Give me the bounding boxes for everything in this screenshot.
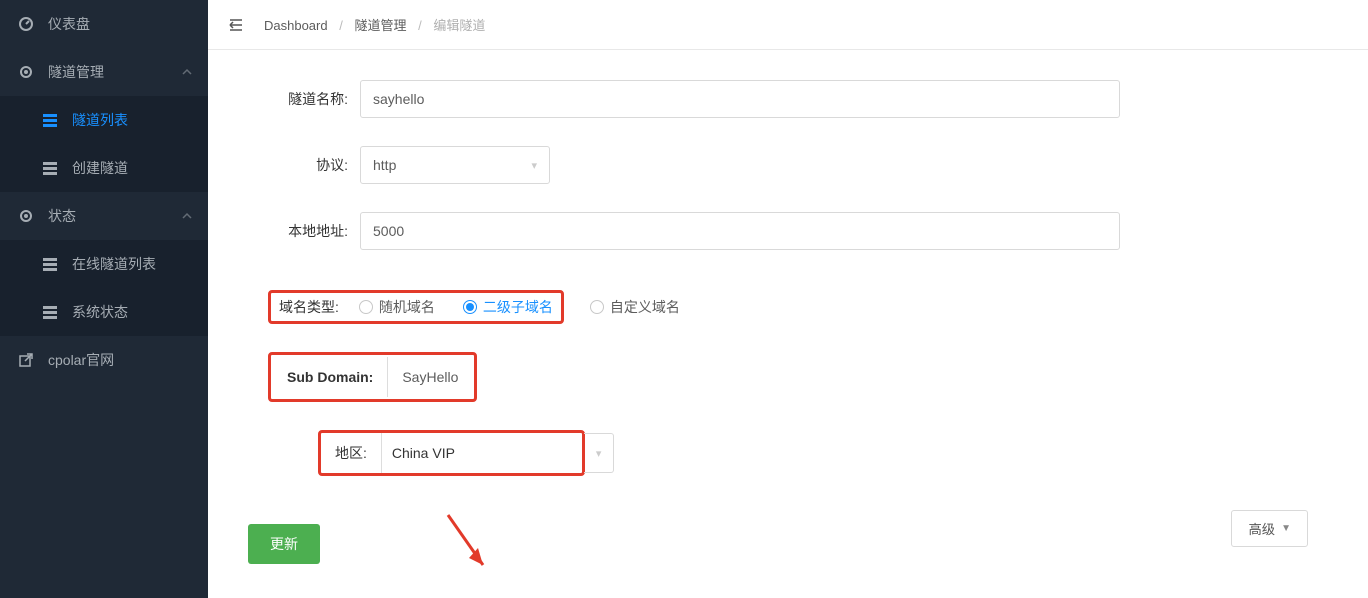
sidebar-label: 状态 — [48, 206, 182, 226]
sidebar-item-tunnel-mgmt[interactable]: 隧道管理 — [0, 48, 208, 96]
input-local-addr[interactable] — [360, 212, 1120, 250]
button-advanced[interactable]: 高级 ▼ — [1231, 510, 1308, 547]
sidebar-item-online-list[interactable]: 在线隧道列表 — [0, 240, 208, 288]
tunnel-icon — [16, 64, 36, 80]
sidebar-item-dashboard[interactable]: 仪表盘 — [0, 0, 208, 48]
label-local-addr: 本地地址: — [248, 221, 348, 241]
main: Dashboard / 隧道管理 / 编辑隧道 隧道名称: 协议: http ▾ — [208, 0, 1368, 598]
breadcrumb-dashboard[interactable]: Dashboard — [264, 18, 328, 33]
radio-group-domain-type: 随机域名 二级子域名 — [359, 297, 553, 317]
radio-sub-domain[interactable]: 二级子域名 — [463, 297, 553, 317]
form-content: 隧道名称: 协议: http ▾ 本地地址: 域名类型: — [208, 50, 1368, 598]
sidebar-label: cpolar官网 — [48, 350, 192, 370]
sidebar-label: 系统状态 — [72, 302, 192, 322]
annotation-arrow-icon — [443, 510, 503, 590]
sidebar-item-sys-status[interactable]: 系统状态 — [0, 288, 208, 336]
value-region: China VIP — [382, 433, 582, 473]
topbar: Dashboard / 隧道管理 / 编辑隧道 — [208, 0, 1368, 50]
highlight-region: 地区: China VIP — [318, 430, 585, 476]
value-subdomain[interactable]: SayHello — [388, 369, 472, 385]
input-tunnel-name[interactable] — [360, 80, 1120, 118]
radio-label: 随机域名 — [379, 297, 435, 317]
chevron-up-icon — [182, 67, 192, 77]
radio-label: 二级子域名 — [483, 297, 553, 317]
row-protocol: 协议: http ▾ — [248, 146, 1328, 184]
row-domain-type: 域名类型: 随机域名 二级子域名 自定义域名 — [248, 290, 1328, 324]
chevron-down-icon: ▾ — [531, 159, 537, 172]
list-icon — [40, 161, 60, 175]
chevron-up-icon — [182, 211, 192, 221]
select-region[interactable]: ▾ — [584, 433, 615, 473]
sidebar-label: 创建隧道 — [72, 158, 192, 178]
label-protocol: 协议: — [248, 155, 348, 175]
external-link-icon — [16, 353, 36, 367]
button-advanced-label: 高级 — [1248, 519, 1275, 538]
list-icon — [40, 257, 60, 271]
breadcrumb-sep: / — [339, 18, 343, 33]
sidebar-item-cpolar-site[interactable]: cpolar官网 — [0, 336, 208, 384]
label-region: 地区: — [321, 433, 382, 473]
sidebar-label: 隧道管理 — [48, 62, 182, 82]
row-tunnel-name: 隧道名称: — [248, 80, 1328, 118]
sidebar-label: 隧道列表 — [72, 110, 192, 130]
radio-circle-icon — [463, 300, 477, 314]
sidebar-item-tunnel-list[interactable]: 隧道列表 — [0, 96, 208, 144]
select-protocol[interactable]: http ▾ — [360, 146, 550, 184]
row-local-addr: 本地地址: — [248, 212, 1328, 250]
dashboard-icon — [16, 16, 36, 32]
status-icon — [16, 208, 36, 224]
sidebar-item-status[interactable]: 状态 — [0, 192, 208, 240]
list-icon — [40, 113, 60, 127]
radio-circle-icon — [359, 300, 373, 314]
menu-toggle-icon[interactable] — [228, 17, 244, 33]
label-subdomain: Sub Domain: — [273, 357, 388, 397]
sidebar-label: 仪表盘 — [48, 14, 192, 34]
row-subdomain: Sub Domain: SayHello — [268, 352, 1328, 402]
chevron-down-icon: ▾ — [584, 447, 614, 460]
highlight-subdomain: Sub Domain: SayHello — [268, 352, 477, 402]
list-icon — [40, 305, 60, 319]
select-protocol-value: http — [373, 157, 396, 173]
label-tunnel-name: 隧道名称: — [248, 89, 348, 109]
sidebar: 仪表盘 隧道管理 隧道列表 创建隧道 状态 在线隧道列表 系统状态 — [0, 0, 208, 598]
breadcrumb-sep: / — [418, 18, 422, 33]
label-domain-type: 域名类型: — [279, 297, 339, 317]
radio-random-domain[interactable]: 随机域名 — [359, 297, 435, 317]
radio-circle-icon — [590, 300, 604, 314]
radio-label: 自定义域名 — [610, 297, 680, 317]
breadcrumb-edit-tunnel: 编辑隧道 — [433, 18, 485, 33]
sidebar-label: 在线隧道列表 — [72, 254, 192, 274]
button-update[interactable]: 更新 — [248, 524, 320, 564]
row-region: 地区: China VIP ▾ — [248, 430, 1328, 476]
radio-custom-domain[interactable]: 自定义域名 — [590, 297, 680, 317]
kv-subdomain: Sub Domain: SayHello — [273, 357, 472, 397]
sidebar-item-tunnel-create[interactable]: 创建隧道 — [0, 144, 208, 192]
breadcrumb-tunnel-mgmt[interactable]: 隧道管理 — [354, 18, 406, 33]
caret-down-icon: ▼ — [1281, 523, 1291, 534]
breadcrumb: Dashboard / 隧道管理 / 编辑隧道 — [264, 15, 485, 34]
highlight-domain-type: 域名类型: 随机域名 二级子域名 — [268, 290, 564, 324]
